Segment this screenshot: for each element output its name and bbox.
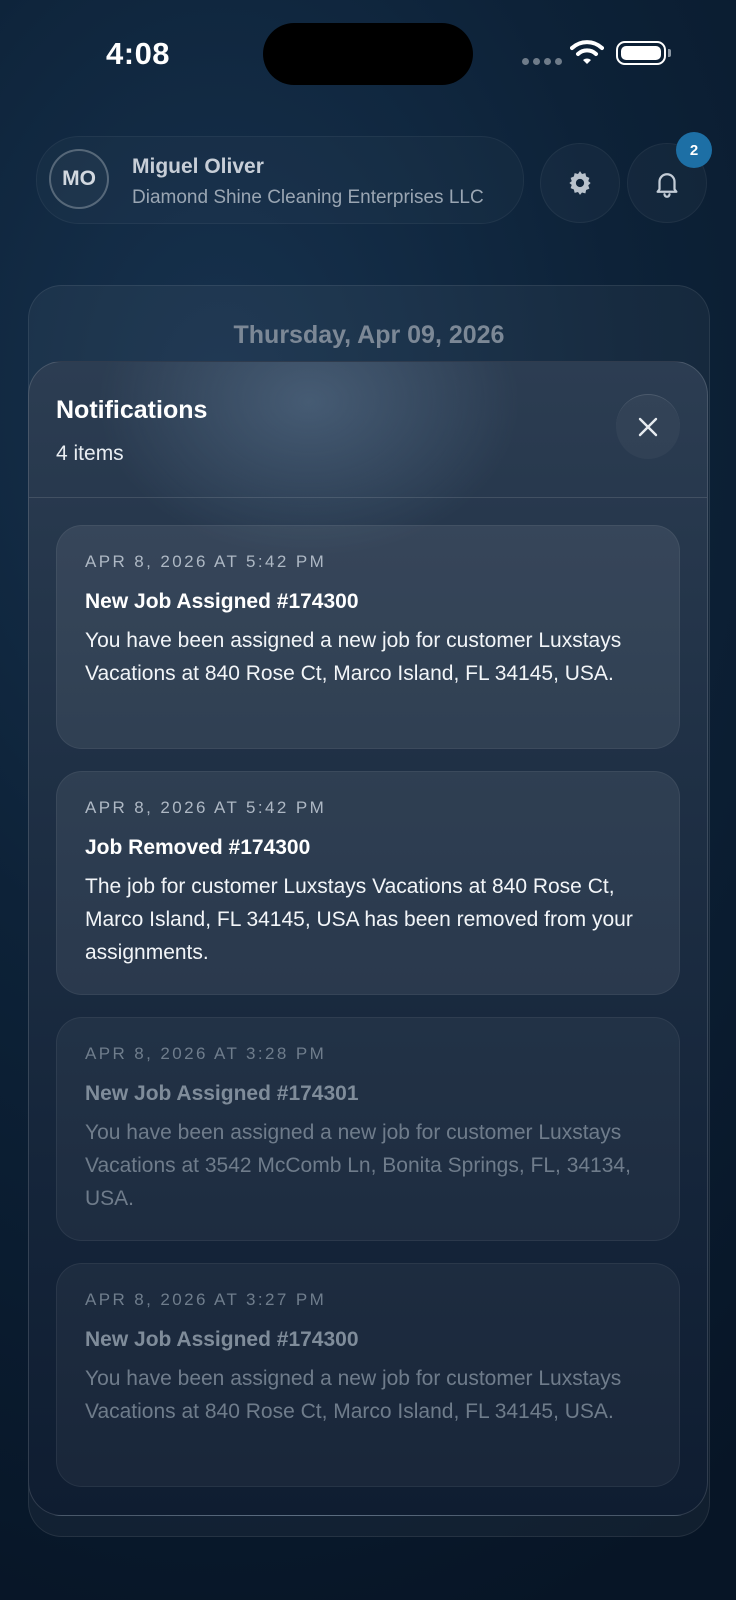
cellular-icon (522, 58, 562, 65)
settings-button[interactable] (540, 143, 620, 223)
notification-title: New Job Assigned #174301 (85, 1082, 359, 1105)
notification-body: The job for customer Luxstays Vacations … (85, 875, 633, 964)
close-icon (638, 417, 658, 437)
notification-item[interactable]: APR 8, 2026 AT 3:27 PM New Job Assigned … (56, 1263, 680, 1487)
notifications-header: Notifications 4 items (29, 362, 707, 498)
wifi-icon (570, 40, 604, 64)
status-bar: 4:08 (0, 0, 736, 110)
notifications-sheet: Notifications 4 items APR 8, 2026 AT 5:4… (28, 361, 708, 1516)
current-date: Thursday, Apr 09, 2026 (233, 321, 505, 349)
notification-body: You have been assigned a new job for cus… (85, 1121, 631, 1210)
notifications-list: APR 8, 2026 AT 5:42 PM New Job Assigned … (56, 525, 680, 1509)
notifications-count: 4 items (56, 442, 124, 465)
notification-date: APR 8, 2026 AT 3:28 PM (85, 1044, 327, 1063)
notification-item[interactable]: APR 8, 2026 AT 5:42 PM Job Removed #1743… (56, 771, 680, 995)
notification-body: You have been assigned a new job for cus… (85, 1367, 622, 1423)
notification-date: APR 8, 2026 AT 5:42 PM (85, 798, 327, 817)
notification-count-badge: 2 (676, 132, 712, 168)
notification-body: You have been assigned a new job for cus… (85, 629, 622, 685)
notification-item[interactable]: APR 8, 2026 AT 3:28 PM New Job Assigned … (56, 1017, 680, 1241)
dynamic-island (263, 23, 473, 85)
notification-title: Job Removed #174300 (85, 836, 311, 859)
notifications-title: Notifications (56, 396, 208, 424)
bell-icon (656, 173, 678, 198)
notification-title: New Job Assigned #174300 (85, 590, 359, 613)
company-name: Diamond Shine Cleaning Enterprises LLC (132, 187, 484, 208)
close-button[interactable] (616, 394, 680, 459)
status-time: 4:08 (106, 36, 171, 71)
notification-date: APR 8, 2026 AT 3:27 PM (85, 1290, 327, 1309)
avatar: MO (49, 149, 109, 209)
battery-icon (616, 41, 671, 65)
user-profile-card[interactable]: MO Miguel Oliver Diamond Shine Cleaning … (36, 136, 524, 224)
gear-icon (569, 171, 591, 195)
notification-title: New Job Assigned #174300 (85, 1328, 359, 1351)
notification-item[interactable]: APR 8, 2026 AT 5:42 PM New Job Assigned … (56, 525, 680, 749)
notification-date: APR 8, 2026 AT 5:42 PM (85, 552, 327, 571)
user-name: Miguel Oliver (132, 155, 264, 178)
